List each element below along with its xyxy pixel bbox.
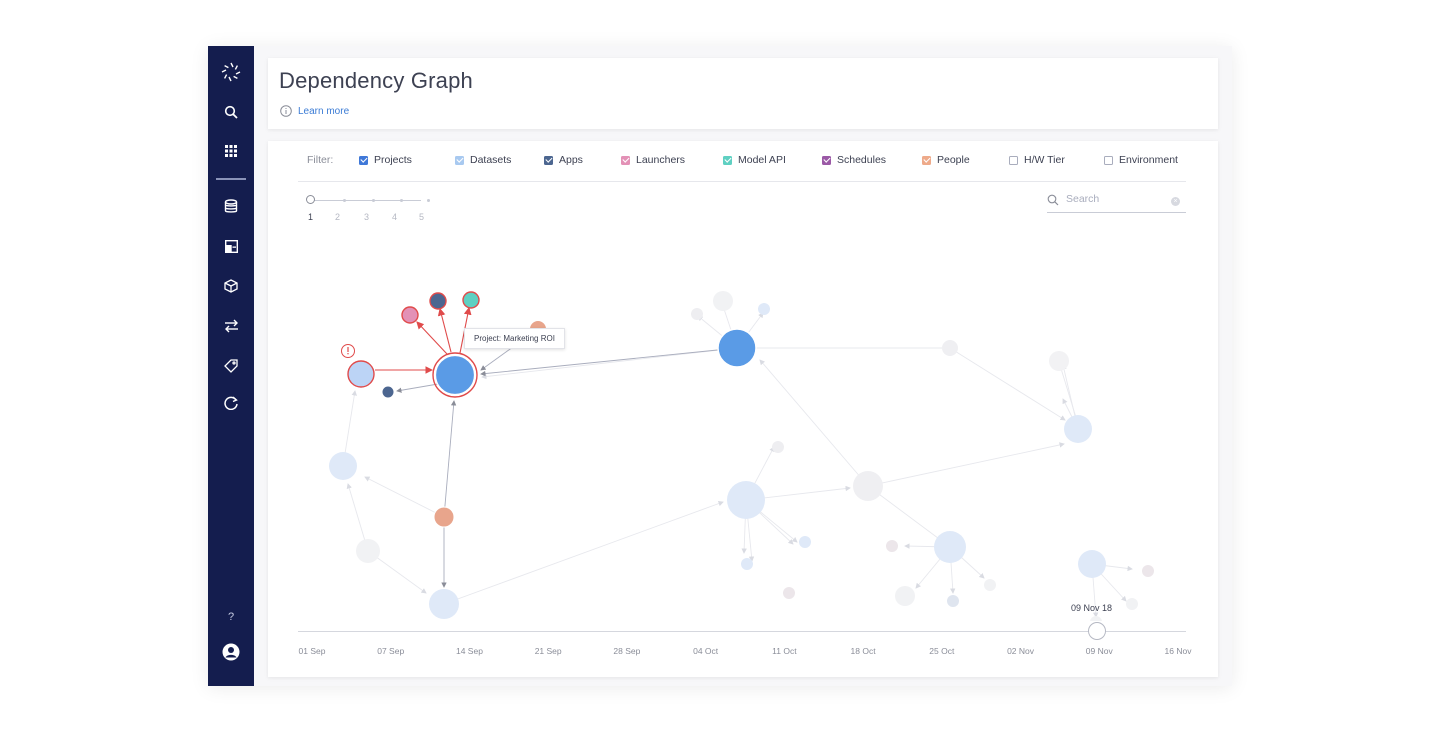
sidebar: ? [208, 46, 254, 686]
timeline-knob[interactable] [1088, 622, 1106, 640]
logo-icon[interactable] [208, 60, 254, 84]
timeline-tick-label: 16 Nov [1164, 646, 1192, 656]
timeline-tick-label: 01 Sep [298, 646, 326, 656]
timeline-tick-label: 25 Oct [929, 646, 955, 656]
sidebar-divider [216, 178, 246, 180]
learn-more-link[interactable]: Learn more [298, 106, 349, 117]
timeline-tick-label: 04 Oct [693, 646, 719, 656]
dependency-graph[interactable] [268, 141, 1218, 621]
user-avatar-icon[interactable] [208, 640, 254, 664]
cube-icon[interactable] [208, 274, 254, 298]
timeline-tick-label: 07 Sep [377, 646, 405, 656]
refresh-icon[interactable] [208, 391, 254, 415]
timeline-track [298, 631, 1186, 632]
timeline-tick-label: 02 Nov [1007, 646, 1034, 656]
timeline-current-date: 09 Nov 18 [1071, 603, 1113, 613]
node-tooltip: Project: Marketing ROI [464, 328, 565, 349]
apps-grid-icon[interactable] [208, 139, 254, 163]
highlighted-project-cluster[interactable] [341, 291, 480, 398]
app-window: ? Dependency Graph Learn more Filter: Pr… [208, 46, 1232, 686]
header-card: Dependency Graph Learn more [268, 58, 1218, 129]
search-icon[interactable] [208, 100, 254, 124]
timeline-tick-label: 14 Sep [455, 646, 483, 656]
timeline-tick-label: 21 Sep [534, 646, 562, 656]
timeline-tick-label: 09 Nov [1085, 646, 1113, 656]
timeline-tick-label: 28 Sep [613, 646, 641, 656]
page-title: Dependency Graph [279, 68, 473, 93]
info-icon [280, 105, 292, 117]
workspace-icon[interactable] [208, 234, 254, 258]
tag-icon[interactable] [208, 354, 254, 378]
timeline-slider[interactable]: 09 Nov 18 01 Sep 07 Sep 14 Sep 21 Sep 28 Sep… [298, 603, 1191, 671]
timeline-tick-label: 11 Oct [772, 646, 797, 656]
help-icon[interactable]: ? [208, 605, 254, 629]
database-icon[interactable] [208, 194, 254, 218]
timeline-tick-label: 18 Oct [850, 646, 876, 656]
graph-card: Filter: Projects Datasets Apps Launchers Mod… [268, 141, 1218, 677]
learn-more-row[interactable]: Learn more [280, 105, 349, 117]
swap-arrows-icon[interactable] [208, 314, 254, 338]
